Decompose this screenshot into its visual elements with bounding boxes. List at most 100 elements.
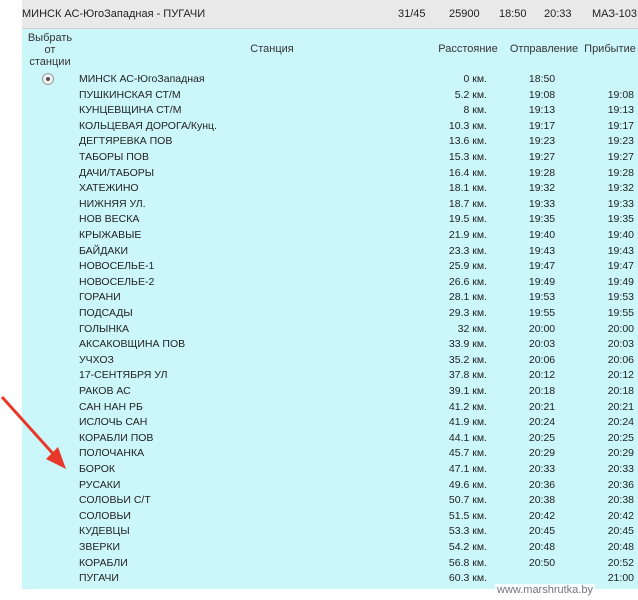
station-departure: 19:55 [528,307,556,319]
table-row: УЧХОЗ 35.2 км. 20:06 20:06 [22,353,638,369]
table-row: БАЙДАКИ 23.3 км. 19:43 19:43 [22,244,638,260]
station-distance: 10.3 км. [448,119,487,132]
table-row: СОЛОВЬИ 51.5 км. 20:42 20:42 [22,509,638,525]
station-arrival: 19:28 [607,166,634,179]
station-name: КУДЕВЦЫ [79,525,130,538]
station-name: КОРАБЛИ ПОВ [79,431,154,444]
station-arrival: 20:48 [607,541,634,553]
station-arrival: 20:52 [607,556,634,569]
station-distance: 54.2 км. [448,541,487,553]
station-distance: 39.1 км. [448,385,487,397]
bus-model: МАЗ-103.5** [592,8,638,20]
station-departure: 19:28 [528,166,556,179]
station-departure: 20:29 [528,447,556,460]
station-departure: 20:06 [528,353,556,366]
station-distance: 15.3 км. [448,151,487,163]
station-departure: 18:50 [528,73,556,85]
station-distance: 49.6 км. [448,478,487,491]
station-distance: 18.7 км. [448,197,487,210]
station-arrival: 19:27 [607,151,634,163]
station-distance: 47.1 км. [448,463,487,475]
station-distance: 33.9 км. [448,338,487,351]
header-select-line1: Выбрать [27,32,73,44]
table-row: БОРОК 47.1 км. 20:33 20:33 [22,462,638,478]
station-departure: 20:42 [528,509,556,522]
station-distance: 53.3 км. [448,525,487,538]
table-row: СОЛОВЬИ С/Т 50.7 км. 20:38 20:38 [22,493,638,509]
station-name: НОВОСЕЛЬЕ-1 [79,260,155,273]
station-arrival: 21:00 [607,572,634,585]
station-name: РУСАКИ [79,478,121,491]
station-name: ЗВЕРКИ [79,541,121,553]
station-arrival: 19:47 [607,260,634,273]
table-row: ДЕГТЯРЕВКА ПОВ 13.6 км. 19:23 19:23 [22,134,638,150]
station-departure: 19:32 [528,182,556,195]
schedule-table: Выбрать от станции Станция Расстояние От… [22,29,638,589]
station-select-radio[interactable] [42,73,54,85]
station-departure: 19:43 [528,244,556,257]
table-row: ГОЛЫНКА 32 км. 20:00 20:00 [22,322,638,338]
station-arrival: 20:00 [607,322,634,335]
station-arrival: 20:25 [607,431,634,444]
station-arrival: 20:45 [607,525,634,538]
station-departure: 19:49 [528,275,556,288]
station-name: КОРАБЛИ [79,556,128,569]
table-row: КУДЕВЦЫ 53.3 км. 20:45 20:45 [22,524,638,540]
station-name: НИЖНЯЯ УЛ. [79,197,146,210]
table-row: ЗВЕРКИ 54.2 км. 20:48 20:48 [22,540,638,556]
station-arrival: 19:33 [607,197,634,210]
station-distance: 45.7 км. [448,447,487,460]
station-distance: 8 км. [463,104,488,117]
station-arrival: 19:32 [607,182,634,195]
station-arrival: 19:49 [607,275,634,288]
station-distance: 41.9 км. [448,416,487,429]
station-name: ХАТЕЖИНО [79,182,139,195]
station-name: БАЙДАКИ [79,244,128,257]
station-name: ДЕГТЯРЕВКА ПОВ [79,135,173,148]
station-name: МИНСК АС-ЮгоЗападная [79,73,205,85]
station-distance: 50.7 км. [448,494,487,507]
station-arrival: 19:13 [607,104,634,117]
red-arrow-pointer [0,395,66,469]
station-arrival: 19:53 [607,291,634,304]
route-departure: 18:50 [499,8,527,20]
station-distance: 25.9 км. [448,260,487,273]
station-distance: 18.1 км. [448,182,487,195]
station-arrival: 19:08 [607,88,634,101]
station-distance: 56.8 км. [448,556,487,569]
station-arrival: 19:35 [607,213,634,226]
station-arrival: 20:42 [607,509,634,522]
station-distance: 16.4 км. [448,166,487,179]
station-departure: 20:38 [528,494,556,507]
table-row: НОВ ВЕСКА 19.5 км. 19:35 19:35 [22,212,638,228]
station-departure: 19:47 [528,260,556,273]
station-distance: 41.2 км. [448,400,487,413]
route-name: МИНСК АС-ЮгоЗападная - ПУГАЧИ [22,8,206,20]
station-name: ГОРАНИ [79,291,121,304]
station-name: КРЫЖАВЫЕ [79,229,142,241]
station-departure: 19:08 [528,88,556,101]
table-row: ТАБОРЫ ПОВ 15.3 км. 19:27 19:27 [22,150,638,166]
station-arrival: 20:29 [607,447,634,460]
station-arrival: 19:23 [607,135,634,148]
station-departure: 20:33 [528,463,556,475]
station-departure: 19:23 [528,135,556,148]
station-name: ГОЛЫНКА [79,322,130,335]
station-distance: 51.5 км. [448,509,487,522]
table-row: ПУШКИНСКАЯ СТ/М 5.2 км. 19:08 19:08 [22,88,638,104]
station-arrival: 20:12 [607,369,634,382]
station-departure: 20:36 [528,478,556,491]
station-distance: 5.2 км. [454,88,487,101]
route-number: 25900 [449,8,480,20]
station-distance: 35.2 км. [448,353,487,366]
station-name: ПУГАЧИ [79,572,119,585]
distance-header: Расстояние [438,43,498,55]
station-arrival: 20:33 [607,463,634,475]
header-select-line3: станции [29,56,71,68]
route-arrival: 20:33 [544,8,572,20]
station-departure: 19:13 [528,104,556,117]
route-header-bar: МИНСК АС-ЮгоЗападная - ПУГАЧИ 31/45 2590… [22,0,638,29]
station-departure: 19:17 [528,119,556,132]
table-row: РАКОВ АС 39.1 км. 20:18 20:18 [22,384,638,400]
station-distance: 28.1 км. [448,291,487,304]
